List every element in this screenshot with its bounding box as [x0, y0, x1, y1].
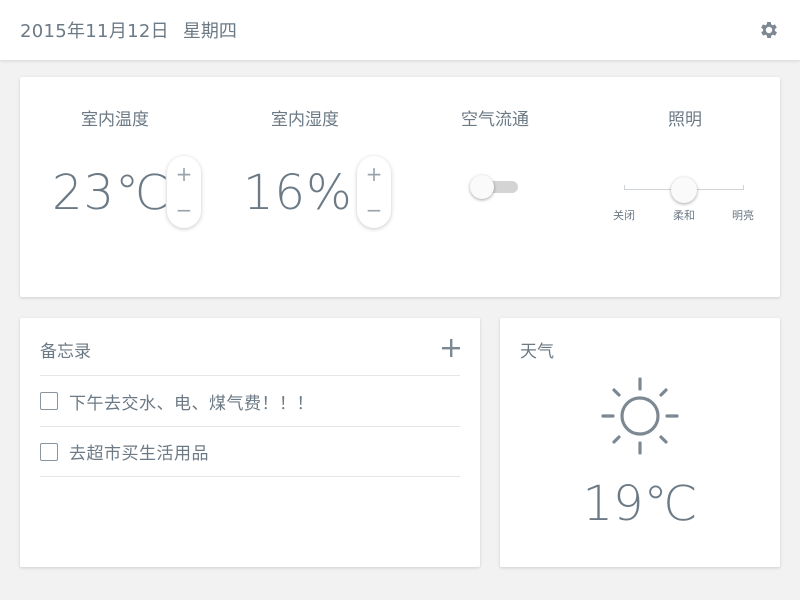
- humidity-decrease-button[interactable]: −: [357, 192, 391, 228]
- home-controls-card: 室内温度 23℃ + − 室内湿度 16% + − 空气流通 照明 关闭 柔和 …: [20, 77, 780, 297]
- memo-checkbox[interactable]: [40, 442, 58, 461]
- temperature-increase-button[interactable]: +: [167, 156, 201, 192]
- temperature-stepper: + −: [167, 156, 201, 228]
- memo-text: 去超市买生活用品: [69, 444, 209, 464]
- lighting-option-soft[interactable]: 柔和: [673, 207, 695, 223]
- temperature-label: 室内温度: [81, 110, 149, 130]
- slider-tick: [624, 185, 625, 190]
- humidity-stepper: + −: [357, 156, 391, 228]
- lighting-option-bright[interactable]: 明亮: [732, 207, 754, 223]
- temperature-decrease-button[interactable]: −: [167, 192, 201, 228]
- lighting-label: 照明: [668, 110, 702, 130]
- ventilation-toggle[interactable]: [470, 175, 518, 199]
- lighting-option-off[interactable]: 关闭: [613, 207, 635, 223]
- memo-checkbox[interactable]: [40, 392, 58, 410]
- plus-icon[interactable]: [440, 337, 462, 359]
- memo-list: 下午去交水、电、煤气费！！！ 去超市买生活用品: [40, 375, 460, 477]
- weather-temperature: 19℃: [582, 476, 698, 532]
- memo-item: 去超市买生活用品: [40, 426, 460, 477]
- memo-item: 下午去交水、电、煤气费！！！: [40, 375, 460, 426]
- sun-icon: [601, 377, 679, 455]
- memo-text: 下午去交水、电、煤气费！！！: [69, 393, 314, 414]
- temperature-value: 23℃: [52, 165, 170, 221]
- lighting-slider[interactable]: [624, 177, 746, 203]
- humidity-label: 室内湿度: [271, 110, 339, 130]
- memo-card: 备忘录 下午去交水、电、煤气费！！！ 去超市买生活用品: [20, 318, 480, 567]
- slider-tick: [743, 185, 744, 190]
- memo-title: 备忘录: [40, 342, 91, 362]
- top-bar: 2015年11月12日 星期四: [0, 0, 800, 60]
- ventilation-label: 空气流通: [461, 110, 529, 130]
- weather-title: 天气: [520, 342, 554, 362]
- current-weekday: 星期四: [182, 21, 237, 42]
- current-date: 2015年11月12日: [20, 21, 169, 42]
- humidity-increase-button[interactable]: +: [357, 156, 391, 192]
- toggle-knob: [470, 175, 494, 199]
- humidity-value: 16%: [243, 165, 353, 221]
- weather-card: 天气 19℃: [500, 318, 780, 567]
- gear-icon[interactable]: [758, 19, 780, 41]
- slider-thumb[interactable]: [671, 177, 697, 203]
